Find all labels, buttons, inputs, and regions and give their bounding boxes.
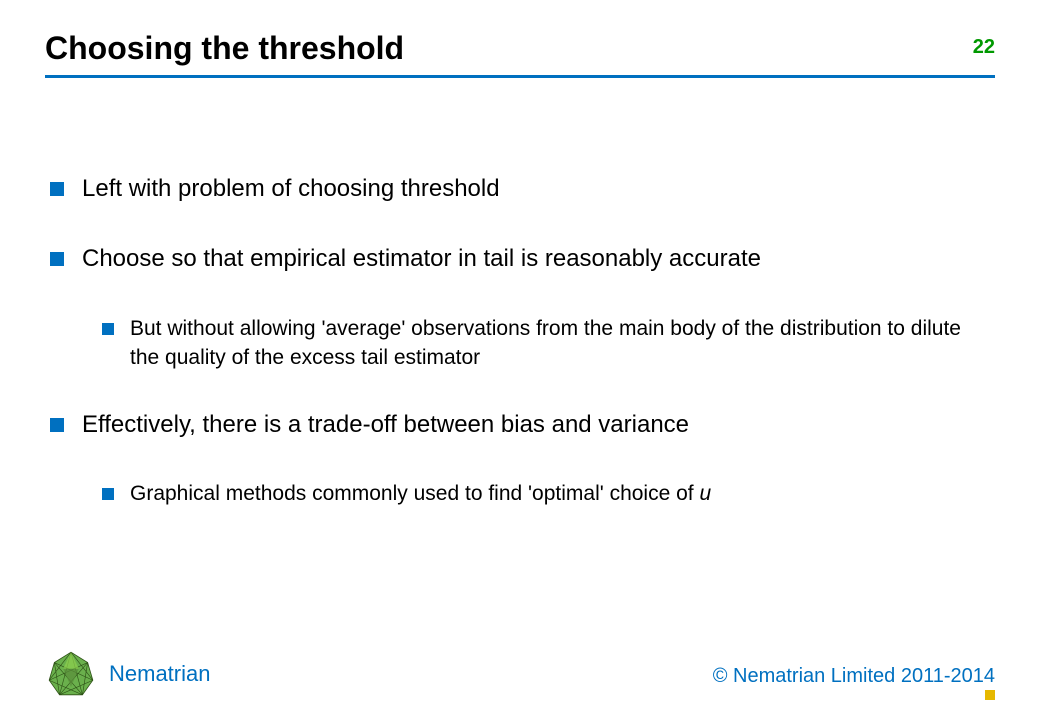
bullet-marker-icon [50, 418, 64, 432]
footer-right: © Nematrian Limited 2011-2014 [713, 665, 995, 700]
decorative-square-icon [985, 690, 995, 700]
bullet-text: Left with problem of choosing threshold [82, 173, 995, 205]
bullet-marker-icon [102, 323, 114, 335]
bullet-text-prefix: Graphical methods commonly used to find … [130, 482, 699, 505]
footer-left: Nematrian [45, 648, 210, 700]
bullet-item: Effectively, there is a trade-off betwee… [50, 409, 995, 441]
bullet-sub-item: But without allowing 'average' observati… [102, 314, 995, 373]
page-number: 22 [973, 30, 995, 59]
bullet-text: Effectively, there is a trade-off betwee… [82, 409, 995, 441]
slide-title: Choosing the threshold [45, 30, 404, 67]
slide-container: Choosing the threshold 22 Left with prob… [0, 0, 1040, 720]
bullet-text-italic-var: u [699, 482, 711, 505]
slide-content: Left with problem of choosing threshold … [45, 173, 995, 508]
bullet-text: Graphical methods commonly used to find … [130, 479, 995, 508]
bullet-text: But without allowing 'average' observati… [130, 314, 995, 373]
bullet-marker-icon [50, 182, 64, 196]
bullet-sub-item: Graphical methods commonly used to find … [102, 479, 995, 508]
bullet-item: Left with problem of choosing threshold [50, 173, 995, 205]
slide-header: Choosing the threshold 22 [45, 30, 995, 78]
bullet-marker-icon [50, 252, 64, 266]
brand-name: Nematrian [109, 661, 210, 687]
bullet-text: Choose so that empirical estimator in ta… [82, 243, 995, 275]
slide-footer: Nematrian © Nematrian Limited 2011-2014 [45, 648, 995, 700]
nematrian-logo-icon [45, 648, 97, 700]
bullet-marker-icon [102, 488, 114, 500]
bullet-item: Choose so that empirical estimator in ta… [50, 243, 995, 275]
copyright-text: © Nematrian Limited 2011-2014 [713, 665, 995, 688]
